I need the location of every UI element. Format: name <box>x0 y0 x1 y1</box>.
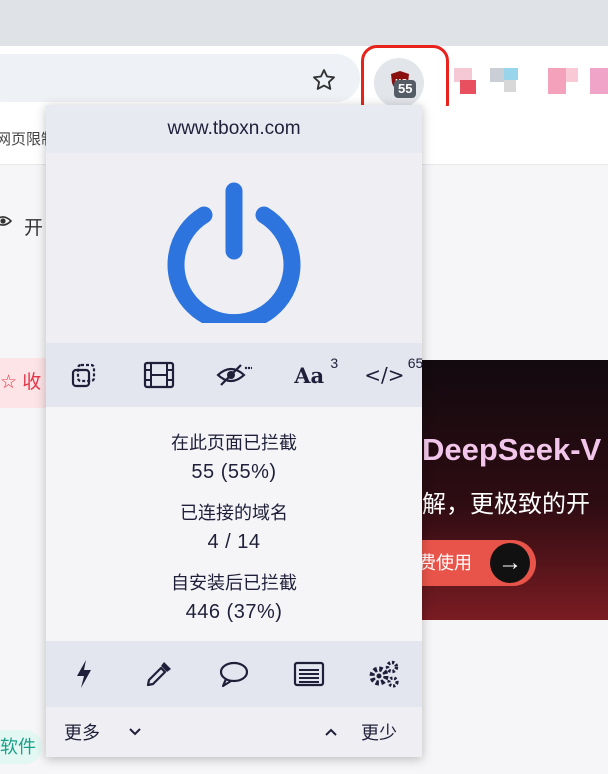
popup-actions-row <box>46 641 422 707</box>
page-open-label: 开 <box>24 218 44 239</box>
blocked-total-value: 446 (37%) <box>185 601 283 623</box>
stat-blocked-page: 在此页面已拦截 55 (55%) <box>46 429 422 484</box>
element-zapper-icon[interactable] <box>59 353 109 397</box>
bookmark-star-icon[interactable] <box>310 66 338 94</box>
stats-section: 在此页面已拦截 55 (55%) 已连接的域名 4 / 14 自安装后已拦截 4… <box>46 407 422 641</box>
popup-footer: 更多 更少 <box>46 707 422 757</box>
media-block-icon[interactable] <box>134 353 184 397</box>
blocked-page-label: 在此页面已拦截 <box>171 433 297 453</box>
blocked-total-label: 自安装后已拦截 <box>171 573 297 593</box>
favorite-button[interactable]: ☆ 收 <box>0 358 50 408</box>
power-switch-icon[interactable] <box>164 177 304 323</box>
comment-bubble-icon[interactable] <box>212 652 256 696</box>
domains-value: 4 / 14 <box>207 531 261 553</box>
ublock-popup: www.tboxn.com Aa 3 </> 65 在此页面已拦截 55 (55… <box>46 105 423 757</box>
software-tag[interactable]: 软件 <box>0 730 42 764</box>
stat-domains: 已连接的域名 4 / 14 <box>46 499 422 554</box>
eye-icon <box>0 216 12 226</box>
address-bar[interactable] <box>0 54 360 102</box>
logger-list-icon[interactable] <box>287 652 331 696</box>
scripts-count: 65 <box>407 355 424 371</box>
lightning-bolt-icon[interactable] <box>62 652 106 696</box>
per-site-tools-row: Aa 3 </> 65 <box>46 343 423 407</box>
more-button[interactable]: 更多 <box>64 719 100 745</box>
pinned-extension-icons <box>454 68 608 94</box>
banner-subtitle: 解，更极致的开 <box>422 491 590 518</box>
popup-hostname: www.tboxn.com <box>46 105 422 153</box>
fonts-count: 3 <box>330 355 339 371</box>
chevron-down-icon[interactable] <box>128 727 142 737</box>
settings-gears-icon[interactable] <box>362 652 406 696</box>
fonts-label: Aa <box>294 362 325 388</box>
scripts-label: </> <box>364 363 405 387</box>
power-section <box>46 153 422 343</box>
stat-blocked-total: 自安装后已拦截 446 (37%) <box>46 569 422 624</box>
remote-fonts-icon[interactable]: Aa 3 <box>284 353 338 397</box>
blocked-page-value: 55 (55%) <box>191 461 277 483</box>
arrow-right-icon[interactable]: → <box>490 543 530 583</box>
javascript-toggle-icon[interactable]: </> 65 <box>359 353 423 397</box>
promo-banner[interactable]: DeepSeek-V 解，更极致的开 费使用 → <box>420 360 608 620</box>
eyedropper-icon[interactable] <box>137 652 181 696</box>
less-button[interactable]: 更少 <box>361 719 397 745</box>
browser-tab-bar <box>0 0 608 46</box>
cosmetic-filter-eye-icon[interactable] <box>209 353 259 397</box>
domains-label: 已连接的域名 <box>180 503 288 523</box>
banner-title: DeepSeek-V <box>422 432 602 467</box>
chevron-up-icon[interactable] <box>324 727 338 737</box>
